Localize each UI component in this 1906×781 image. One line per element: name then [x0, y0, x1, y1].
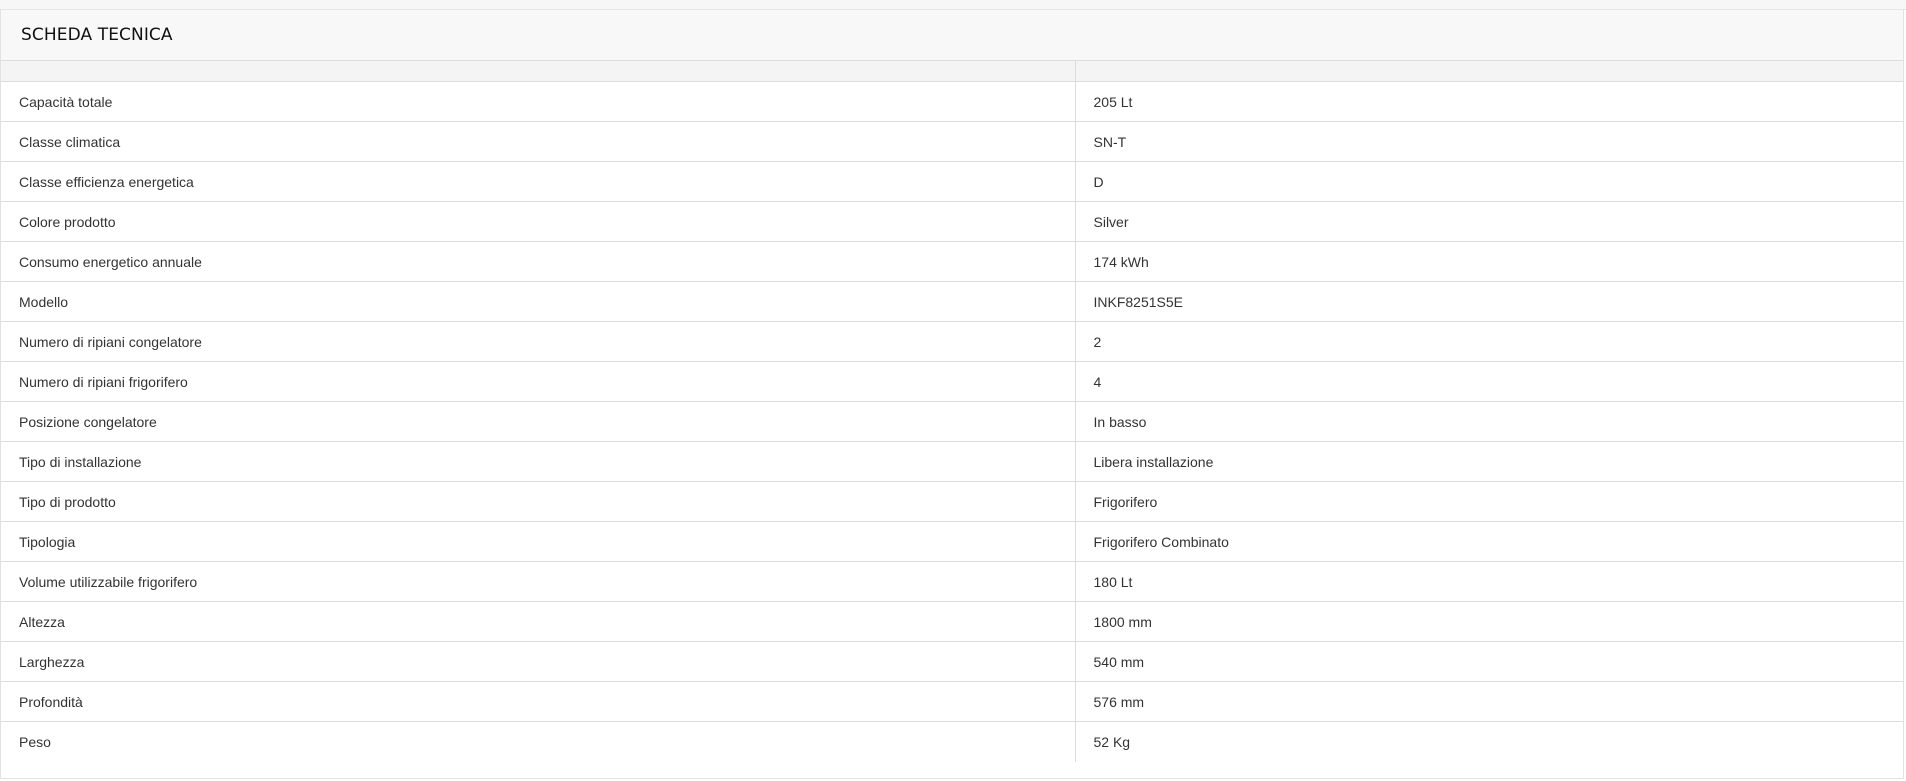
- specs-table-body: Capacità totale 205 Lt Classe climatica SN-…: [1, 81, 1903, 762]
- specs-table: Capacità totale 205 Lt Classe climatica SN-…: [1, 61, 1903, 762]
- table-row: Posizione congelatore In basso: [1, 401, 1903, 442]
- table-row: Classe efficienza energetica D: [1, 161, 1903, 202]
- table-row: Consumo energetico annuale 174 kWh: [1, 241, 1903, 282]
- spec-label: Altezza: [1, 601, 1076, 642]
- header-cell-value: [1075, 61, 1903, 82]
- spec-value: 174 kWh: [1075, 241, 1903, 282]
- spec-value: 4: [1075, 361, 1903, 402]
- spec-label: Tipo di installazione: [1, 441, 1076, 482]
- table-row: Volume utilizzabile frigorifero 180 Lt: [1, 561, 1903, 602]
- spec-value: Frigorifero: [1075, 481, 1903, 522]
- spec-label: Classe efficienza energetica: [1, 161, 1076, 202]
- spec-label: Tipo di prodotto: [1, 481, 1076, 522]
- table-row: Colore prodotto Silver: [1, 201, 1903, 242]
- spec-label: Colore prodotto: [1, 201, 1076, 242]
- table-row: Tipologia Frigorifero Combinato: [1, 521, 1903, 562]
- table-row: Peso 52 Kg: [1, 721, 1903, 762]
- table-row: Profondità 576 mm: [1, 681, 1903, 722]
- header-cell-label: [1, 61, 1076, 82]
- table-row: Numero di ripiani frigorifero 4: [1, 361, 1903, 402]
- spec-value: 180 Lt: [1075, 561, 1903, 602]
- spec-value: Libera installazione: [1075, 441, 1903, 482]
- table-row: Capacità totale 205 Lt: [1, 81, 1903, 122]
- table-row: Tipo di installazione Libera installazion…: [1, 441, 1903, 482]
- spec-label: Larghezza: [1, 641, 1076, 682]
- spec-label: Volume utilizzabile frigorifero: [1, 561, 1076, 602]
- spec-label: Capacità totale: [1, 81, 1076, 122]
- panel-heading: SCHEDA TECNICA: [1, 10, 1903, 61]
- spec-label: Classe climatica: [1, 121, 1076, 162]
- spec-label: Modello: [1, 281, 1076, 322]
- spec-label: Consumo energetico annuale: [1, 241, 1076, 282]
- page-top-strip: [0, 0, 1906, 10]
- spec-value: 540 mm: [1075, 641, 1903, 682]
- panel-title: SCHEDA TECNICA: [21, 25, 173, 45]
- spec-label: Posizione congelatore: [1, 401, 1076, 442]
- spec-value: In basso: [1075, 401, 1903, 442]
- table-row: Altezza 1800 mm: [1, 601, 1903, 642]
- spec-value: D: [1075, 161, 1903, 202]
- spec-value: INKF8251S5E: [1075, 281, 1903, 322]
- table-row: Tipo di prodotto Frigorifero: [1, 481, 1903, 522]
- spec-label: Profondità: [1, 681, 1076, 722]
- spec-label: Numero di ripiani frigorifero: [1, 361, 1076, 402]
- technical-specs-panel: SCHEDA TECNICA Capacità totale 205 Lt Clas…: [0, 10, 1904, 779]
- spec-label: Tipologia: [1, 521, 1076, 562]
- spec-value: Frigorifero Combinato: [1075, 521, 1903, 562]
- spec-label: Numero di ripiani congelatore: [1, 321, 1076, 362]
- spec-value: 2: [1075, 321, 1903, 362]
- spec-value: SN-T: [1075, 121, 1903, 162]
- spec-value: 576 mm: [1075, 681, 1903, 722]
- table-row: Numero di ripiani congelatore 2: [1, 321, 1903, 362]
- table-row: Modello INKF8251S5E: [1, 281, 1903, 322]
- spec-label: Peso: [1, 721, 1076, 762]
- spec-value: 1800 mm: [1075, 601, 1903, 642]
- header-row: [1, 61, 1903, 82]
- specs-table-header: [1, 61, 1903, 82]
- spec-value: 205 Lt: [1075, 81, 1903, 122]
- table-row: Larghezza 540 mm: [1, 641, 1903, 682]
- spec-value: Silver: [1075, 201, 1903, 242]
- table-row: Classe climatica SN-T: [1, 121, 1903, 162]
- spec-value: 52 Kg: [1093, 733, 1131, 750]
